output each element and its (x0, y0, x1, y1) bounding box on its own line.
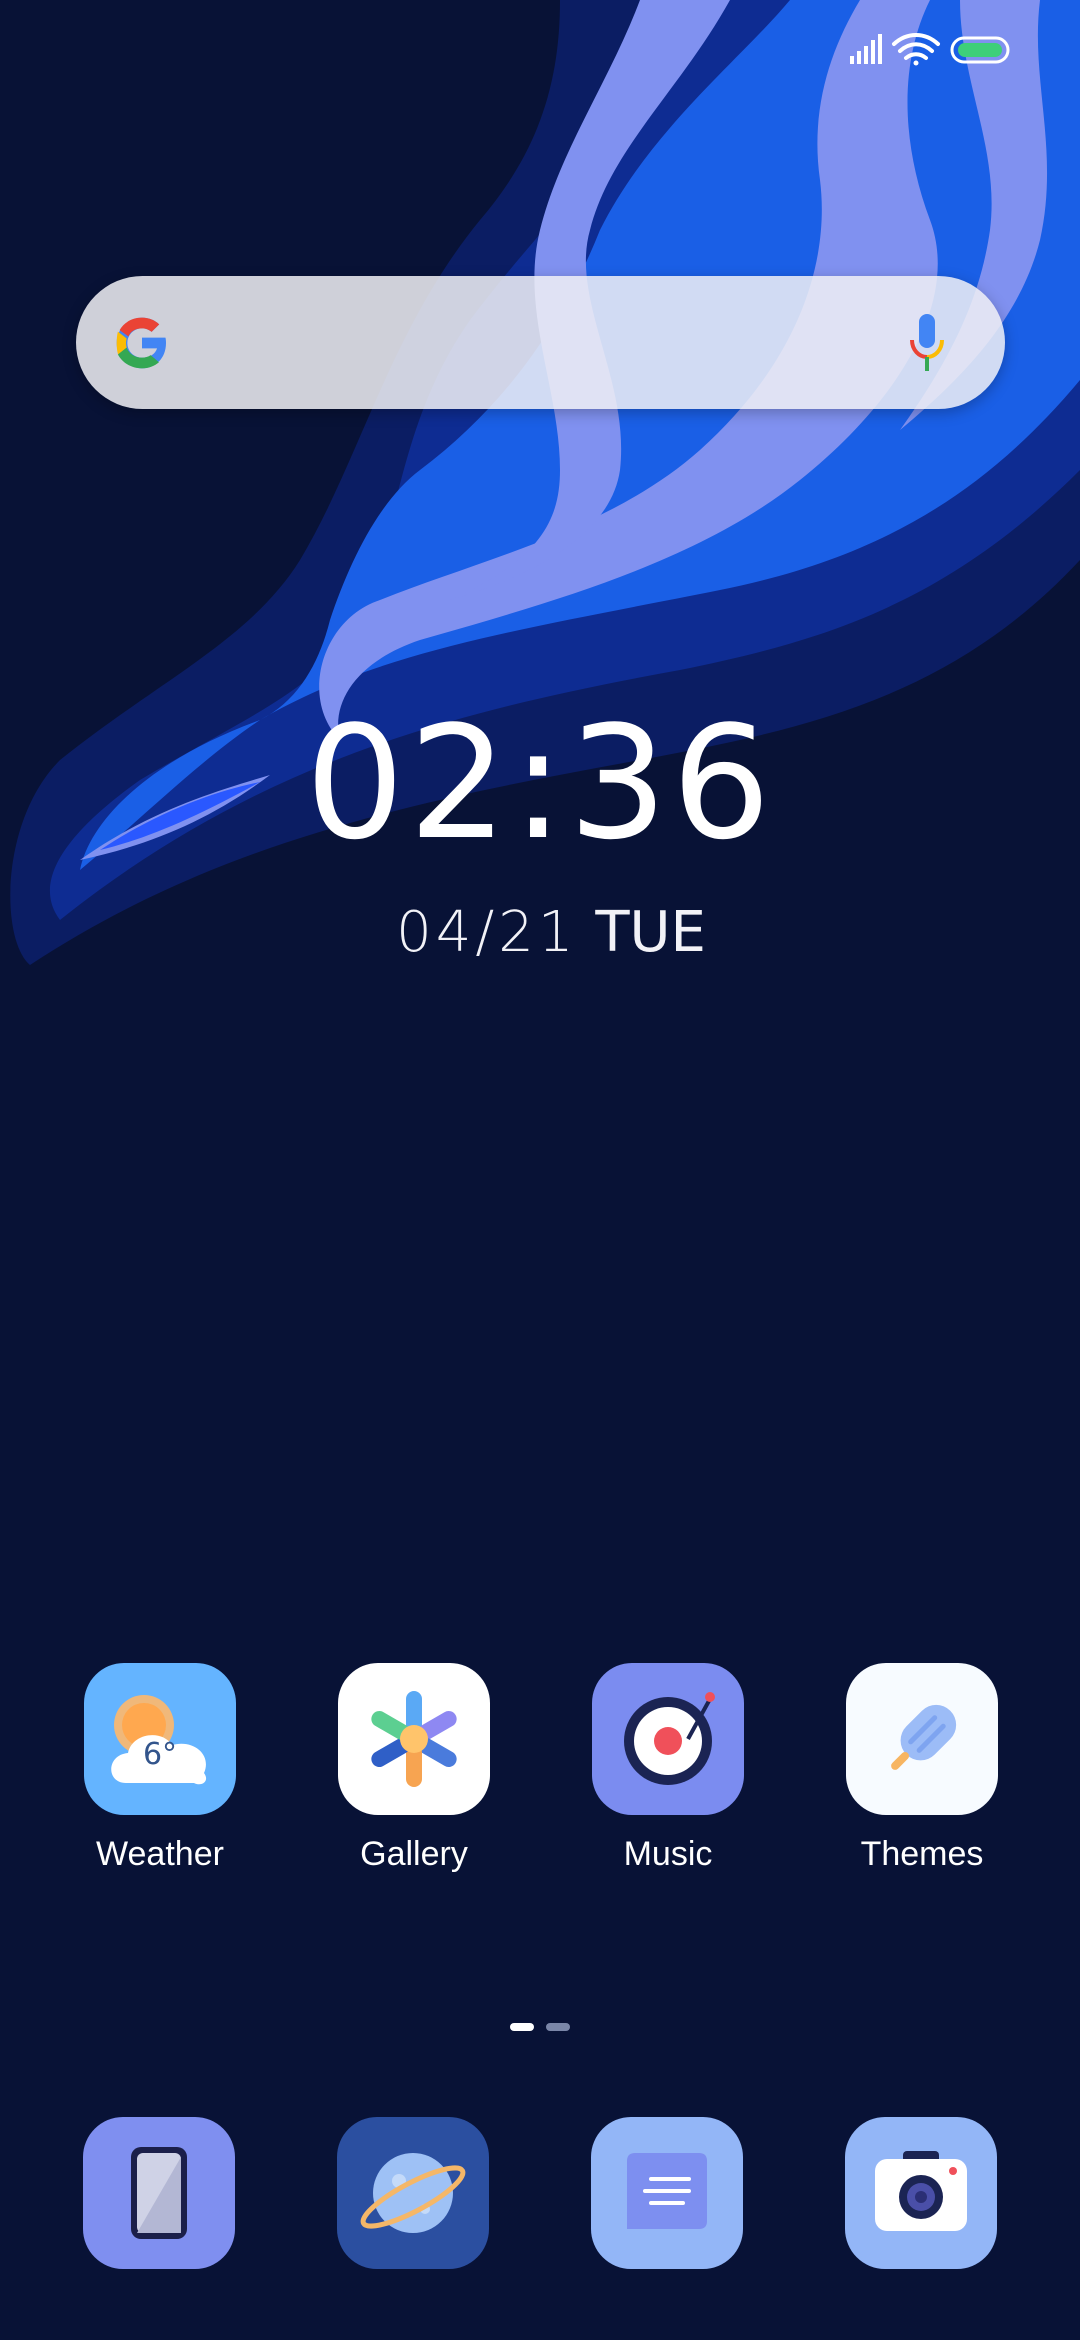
weekday-text: TUE (595, 900, 706, 965)
phone-icon[interactable] (83, 2117, 235, 2269)
google-search-bar[interactable] (76, 276, 1005, 409)
app-label: Music (623, 1835, 713, 1873)
page-dot[interactable] (546, 2023, 570, 2031)
themes-icon (846, 1663, 998, 1815)
app-label: Gallery (360, 1835, 468, 1873)
battery-icon (950, 36, 1010, 64)
status-bar (850, 33, 1010, 66)
app-weather[interactable]: 6° Weather (60, 1663, 260, 1874)
clock-date[interactable]: 04/21 TUE (0, 900, 1080, 965)
weather-icon: 6° (84, 1663, 236, 1815)
wifi-icon (892, 33, 940, 66)
cellular-signal-icon (850, 34, 882, 64)
app-themes[interactable]: Themes (822, 1663, 1022, 1874)
music-icon (592, 1663, 744, 1815)
app-music[interactable]: Music (568, 1663, 768, 1874)
app-label: Weather (96, 1835, 224, 1873)
microphone-icon[interactable] (907, 312, 947, 374)
date-text: 04/21 (396, 900, 578, 965)
app-label: Themes (860, 1835, 984, 1873)
browser-icon[interactable] (337, 2117, 489, 2269)
messages-icon[interactable] (591, 2117, 743, 2269)
gallery-icon (338, 1663, 490, 1815)
clock-time[interactable]: 02:36 (0, 705, 1080, 861)
google-g-icon (116, 317, 169, 369)
page-dot-active (510, 2023, 534, 2031)
camera-icon[interactable] (845, 2117, 997, 2269)
app-gallery[interactable]: Gallery (314, 1663, 514, 1874)
weather-temperature: 6° (142, 1737, 178, 1772)
